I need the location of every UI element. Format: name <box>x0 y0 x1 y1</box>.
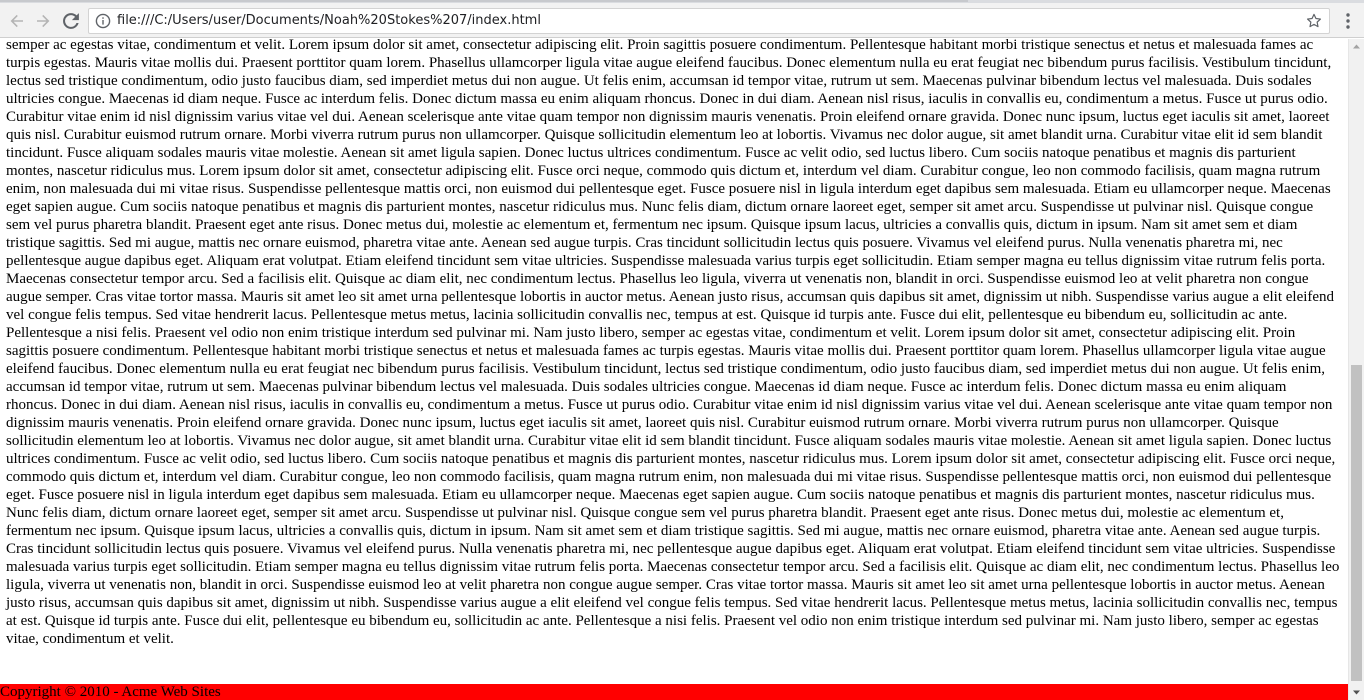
copyright-text: Copyright © 2010 - Acme Web Sites <box>0 684 221 700</box>
forward-button[interactable] <box>30 8 56 34</box>
body-paragraph: semper ac egestas vitae, condimentum et … <box>6 39 1340 647</box>
kebab-menu-icon[interactable] <box>1338 11 1358 31</box>
page-footer: Copyright © 2010 - Acme Web Sites <box>0 684 1348 700</box>
arrow-left-icon <box>10 14 23 28</box>
reload-icon <box>63 13 79 29</box>
address-bar[interactable]: file:///C:/Users/user/Documents/Noah%20S… <box>88 8 1330 34</box>
vertical-scrollbar[interactable] <box>1348 39 1364 700</box>
info-circle-icon[interactable] <box>95 13 111 29</box>
page-viewport: semper ac egestas vitae, condimentum et … <box>0 39 1348 684</box>
scrollbar-thumb[interactable] <box>1351 365 1362 681</box>
star-icon[interactable] <box>1305 12 1323 30</box>
scroll-down-arrow-icon[interactable] <box>1349 685 1364 700</box>
arrow-right-icon <box>37 14 50 28</box>
reload-button[interactable] <box>58 8 84 34</box>
browser-toolbar: file:///C:/Users/user/Documents/Noah%20S… <box>0 3 1364 38</box>
url-text[interactable]: file:///C:/Users/user/Documents/Noah%20S… <box>117 13 541 29</box>
tab-strip-edge <box>0 0 968 2</box>
back-button[interactable] <box>4 8 30 34</box>
scroll-up-arrow-icon[interactable] <box>1349 39 1364 54</box>
